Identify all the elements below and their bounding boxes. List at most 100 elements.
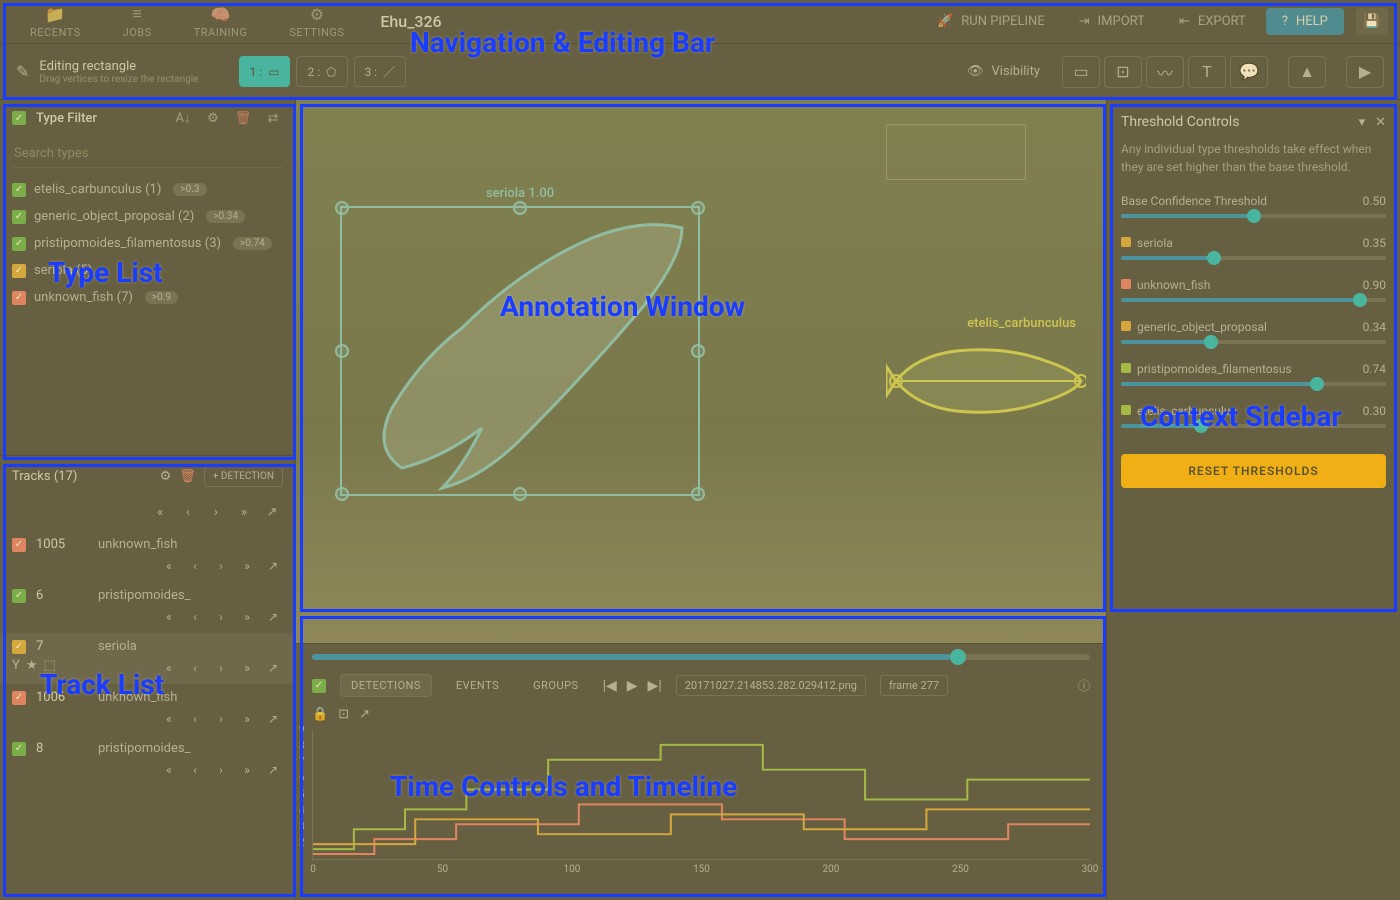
track-next-icon[interactable]: › bbox=[211, 709, 231, 729]
prev-icon[interactable]: ‹ bbox=[177, 501, 199, 523]
help-button[interactable]: ?HELP bbox=[1266, 8, 1344, 35]
swap-icon[interactable]: ⇄ bbox=[263, 111, 283, 126]
track-open-icon[interactable]: ↗ bbox=[263, 607, 283, 627]
track-first-icon[interactable]: « bbox=[159, 760, 179, 780]
track-next-icon[interactable]: › bbox=[211, 607, 231, 627]
tool-more[interactable]: ▶ bbox=[1346, 56, 1384, 88]
track-next-icon[interactable]: › bbox=[211, 556, 231, 576]
nav-training[interactable]: 🧠TRAINING bbox=[176, 1, 266, 43]
track-prev-icon[interactable]: ‹ bbox=[185, 760, 205, 780]
skip-back-icon[interactable]: |◀ bbox=[603, 678, 617, 694]
dropdown-icon[interactable]: ▾ bbox=[1359, 115, 1366, 130]
type-checkbox[interactable]: ✓ bbox=[12, 264, 26, 278]
delete-icon[interactable]: 🗑 bbox=[233, 111, 253, 126]
type-checkbox[interactable]: ✓ bbox=[12, 237, 26, 251]
tool-handles[interactable]: ⊡ bbox=[1104, 56, 1142, 88]
track-open-icon[interactable]: ↗ bbox=[263, 556, 283, 576]
track-row[interactable]: ✓ 1006 unknown_fish « ‹ › » ↗ bbox=[0, 684, 295, 735]
timeline-chart[interactable]: 987654321050100150200250300 bbox=[312, 730, 1090, 860]
track-open-icon[interactable]: ↗ bbox=[263, 709, 283, 729]
select-icon[interactable]: ⬚ bbox=[43, 658, 55, 678]
track-checkbox[interactable]: ✓ bbox=[12, 538, 26, 552]
track-checkbox[interactable]: ✓ bbox=[12, 691, 26, 705]
track-last-icon[interactable]: » bbox=[237, 607, 257, 627]
track-prev-icon[interactable]: ‹ bbox=[185, 607, 205, 627]
threshold-slider[interactable]: etelis_carbunculus0.30 bbox=[1121, 404, 1386, 428]
type-item[interactable]: ✓ seriola (5) bbox=[0, 257, 295, 284]
track-last-icon[interactable]: » bbox=[237, 658, 257, 678]
mode-line[interactable]: 3 :／ bbox=[354, 56, 407, 87]
skip-fwd-icon[interactable]: ▶| bbox=[648, 678, 662, 694]
tool-polyline[interactable]: 〰 bbox=[1146, 56, 1184, 88]
scrubber[interactable] bbox=[312, 654, 1090, 660]
track-open-icon[interactable]: ↗ bbox=[263, 760, 283, 780]
track-checkbox[interactable]: ✓ bbox=[12, 589, 26, 603]
type-checkbox[interactable]: ✓ bbox=[12, 210, 26, 224]
nav-jobs[interactable]: ≡JOBS bbox=[105, 0, 170, 43]
tab-detections[interactable]: DETECTIONS bbox=[340, 674, 432, 697]
threshold-slider[interactable]: seriola0.35 bbox=[1121, 236, 1386, 260]
play-icon[interactable]: ▶ bbox=[627, 678, 638, 694]
track-row[interactable]: ✓ 1005 unknown_fish « ‹ › » ↗ bbox=[0, 531, 295, 582]
track-checkbox[interactable]: ✓ bbox=[12, 742, 26, 756]
type-item[interactable]: ✓ generic_object_proposal (2) >0.34 bbox=[0, 203, 295, 230]
info-icon[interactable]: ⓘ bbox=[1078, 677, 1090, 694]
selected-bbox[interactable]: seriola 1.00 bbox=[340, 206, 700, 496]
threshold-slider[interactable]: unknown_fish0.90 bbox=[1121, 278, 1386, 302]
type-checkbox[interactable]: ✓ bbox=[12, 291, 26, 305]
visibility-toggle[interactable]: 👁Visibility bbox=[967, 64, 1040, 79]
track-first-icon[interactable]: « bbox=[159, 556, 179, 576]
track-last-icon[interactable]: » bbox=[237, 760, 257, 780]
annotation-window[interactable]: seriola 1.00 etelis_carbunculus bbox=[296, 100, 1106, 644]
tool-box[interactable]: ▭ bbox=[1062, 56, 1100, 88]
type-item[interactable]: ✓ pristipomoides_filamentosus (3) >0.74 bbox=[0, 230, 295, 257]
track-first-icon[interactable]: « bbox=[159, 607, 179, 627]
track-row[interactable]: ✓ 7 seriola Y★⬚ « ‹ › » ↗ bbox=[0, 633, 295, 684]
scrubber-thumb[interactable] bbox=[950, 649, 966, 665]
threshold-slider[interactable]: generic_object_proposal0.34 bbox=[1121, 320, 1386, 344]
next-icon[interactable]: › bbox=[205, 501, 227, 523]
settings-icon[interactable]: ⚙ bbox=[203, 111, 223, 126]
type-item[interactable]: ✓ unknown_fish (7) >0.9 bbox=[0, 284, 295, 311]
first-icon[interactable]: « bbox=[149, 501, 171, 523]
nav-settings[interactable]: ⚙SETTINGS bbox=[271, 1, 362, 43]
track-prev-icon[interactable]: ‹ bbox=[185, 709, 205, 729]
external-icon[interactable]: ↗ bbox=[261, 501, 283, 523]
type-search-input[interactable] bbox=[12, 140, 283, 168]
track-first-icon[interactable]: « bbox=[159, 709, 179, 729]
track-row[interactable]: ✓ 8 pristipomoides_ « ‹ › » ↗ bbox=[0, 735, 295, 786]
close-icon[interactable]: ✕ bbox=[1375, 115, 1386, 130]
mode-polygon[interactable]: 2 :⬠ bbox=[296, 56, 347, 87]
tree-icon[interactable]: Y bbox=[12, 658, 20, 678]
tool-pointer[interactable]: ▲ bbox=[1288, 56, 1326, 88]
tab-events[interactable]: EVENTS bbox=[446, 675, 509, 696]
export-button[interactable]: ⇤EXPORT bbox=[1165, 6, 1260, 37]
tracks-settings-icon[interactable]: ⚙ bbox=[160, 469, 172, 484]
track-open-icon[interactable]: ↗ bbox=[263, 658, 283, 678]
track-first-icon[interactable]: « bbox=[159, 658, 179, 678]
track-prev-icon[interactable]: ‹ bbox=[185, 658, 205, 678]
type-item[interactable]: ✓ etelis_carbunculus (1) >0.3 bbox=[0, 176, 295, 203]
timeline-checkbox[interactable]: ✓ bbox=[312, 679, 326, 693]
track-prev-icon[interactable]: ‹ bbox=[185, 556, 205, 576]
track-next-icon[interactable]: › bbox=[211, 760, 231, 780]
last-icon[interactable]: » bbox=[233, 501, 255, 523]
mode-rectangle[interactable]: 1 :▭ bbox=[239, 56, 291, 87]
focus-icon[interactable]: ⊡ bbox=[338, 707, 349, 722]
fish2-polygon[interactable] bbox=[886, 336, 1086, 426]
track-last-icon[interactable]: » bbox=[237, 709, 257, 729]
type-checkbox[interactable]: ✓ bbox=[12, 183, 26, 197]
track-last-icon[interactable]: » bbox=[237, 556, 257, 576]
threshold-slider[interactable]: pristipomoides_filamentosus0.74 bbox=[1121, 362, 1386, 386]
star-icon[interactable]: ★ bbox=[26, 658, 38, 678]
tool-tooltip[interactable]: 💬 bbox=[1230, 56, 1268, 88]
nav-recents[interactable]: 📁RECENTS bbox=[12, 1, 99, 43]
tab-groups[interactable]: GROUPS bbox=[523, 675, 588, 696]
tool-text[interactable]: T bbox=[1188, 56, 1226, 88]
track-next-icon[interactable]: › bbox=[211, 658, 231, 678]
type-filter-all-checkbox[interactable]: ✓ bbox=[12, 111, 26, 125]
save-button[interactable]: 💾 bbox=[1356, 8, 1388, 35]
reset-thresholds-button[interactable]: RESET THRESHOLDS bbox=[1121, 454, 1386, 488]
track-row[interactable]: ✓ 6 pristipomoides_ « ‹ › » ↗ bbox=[0, 582, 295, 633]
add-detection-button[interactable]: + DETECTION bbox=[204, 466, 283, 487]
